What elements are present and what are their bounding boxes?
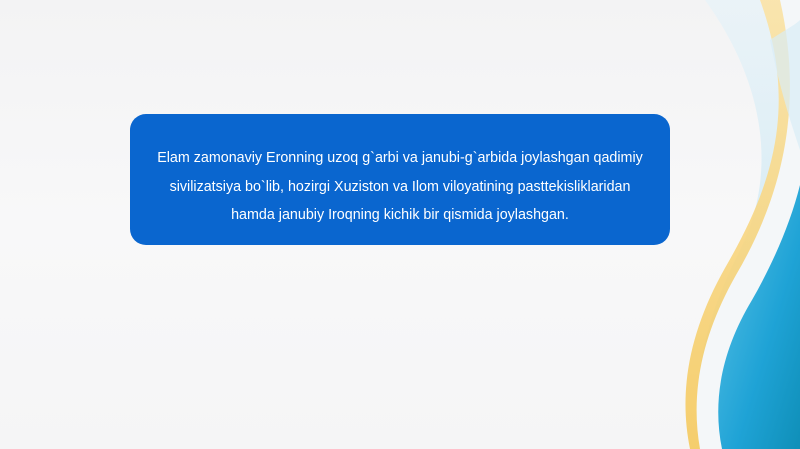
content-paragraph: Elam zamonaviy Eronning uzoq g`arbi va j…	[157, 150, 643, 223]
content-text-box: Elam zamonaviy Eronning uzoq g`arbi va j…	[130, 114, 670, 245]
slide: Elam zamonaviy Eronning uzoq g`arbi va j…	[0, 0, 800, 449]
